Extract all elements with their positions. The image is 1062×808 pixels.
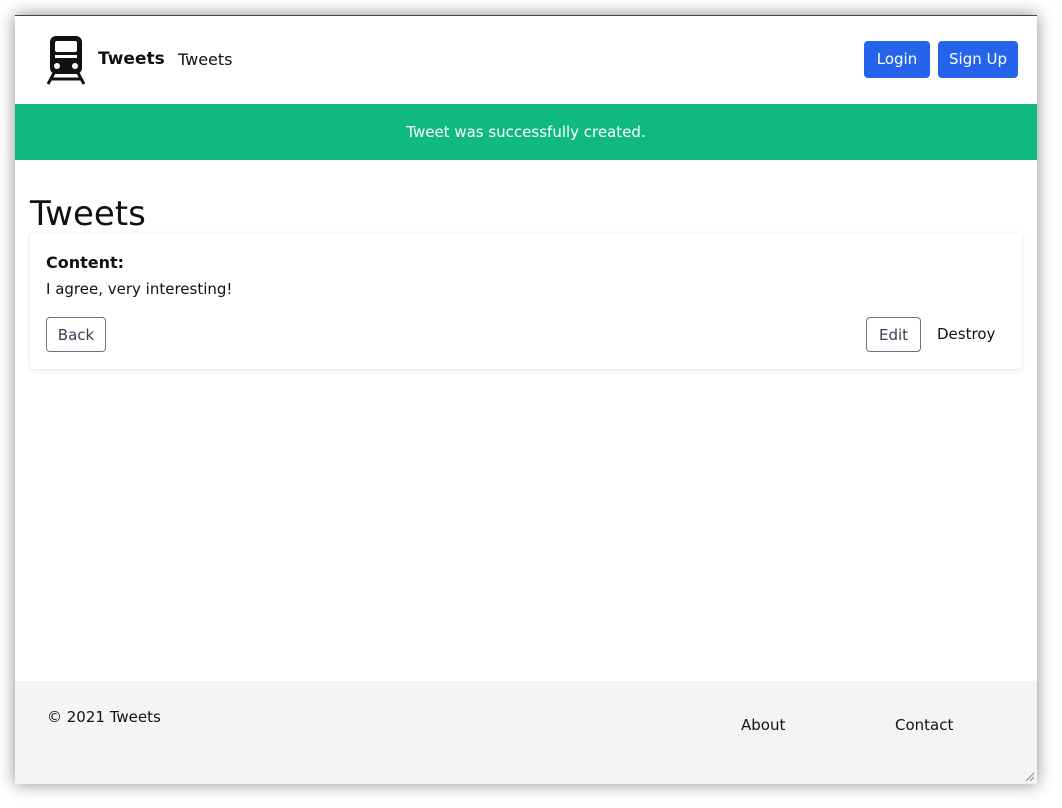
edit-button[interactable]: Edit (866, 317, 921, 352)
resize-grip-icon[interactable] (1023, 770, 1035, 782)
browser-window: Tweets Tweets Login Sign Up Tweet was su… (15, 15, 1037, 784)
content-value: I agree, very interesting! (46, 280, 233, 298)
page-title: Tweets (30, 194, 146, 234)
brand-link[interactable]: Tweets (98, 49, 165, 69)
tweet-card: Content: I agree, very interesting! Back… (30, 233, 1022, 369)
copyright-text: © 2021 Tweets (47, 708, 161, 726)
footer: © 2021 Tweets About Contact (15, 681, 1037, 784)
footer-link-contact[interactable]: Contact (895, 716, 953, 734)
footer-link-about[interactable]: About (741, 716, 785, 734)
destroy-button[interactable]: Destroy (937, 317, 995, 352)
back-button[interactable]: Back (46, 317, 106, 352)
nav-link-tweets[interactable]: Tweets (178, 50, 233, 69)
sign-up-button[interactable]: Sign Up (938, 41, 1018, 78)
navbar: Tweets Tweets Login Sign Up (15, 16, 1037, 104)
content-label: Content: (46, 253, 125, 272)
train-icon[interactable] (47, 35, 85, 85)
flash-notice: Tweet was successfully created. (15, 104, 1037, 160)
login-button[interactable]: Login (864, 41, 930, 78)
